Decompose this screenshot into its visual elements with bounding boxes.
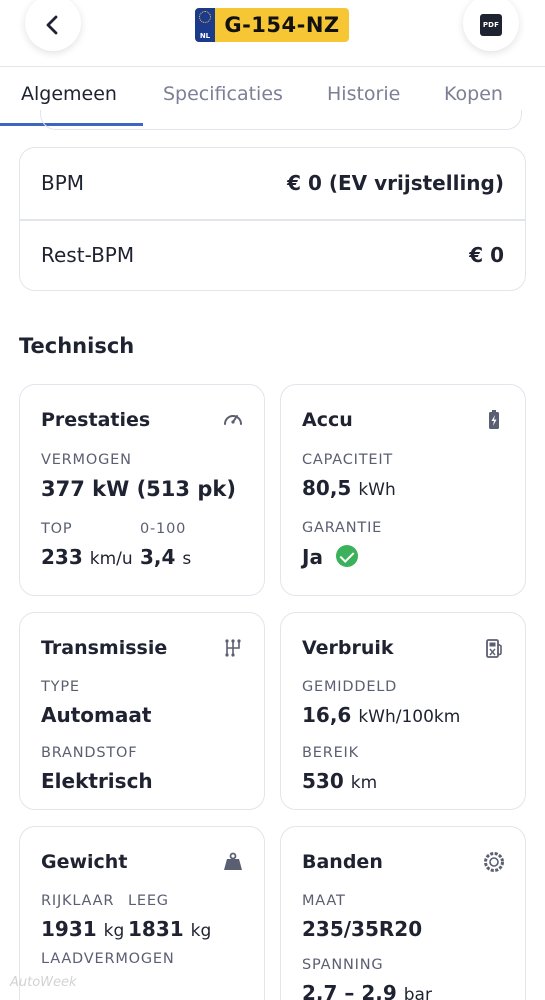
gemiddeld-unit: kWh/100km: [358, 707, 461, 727]
tab-specificaties[interactable]: Specificaties: [163, 83, 283, 105]
eu-stars-icon: [199, 11, 211, 23]
bpm-label: BPM: [41, 171, 85, 195]
tab-historie[interactable]: Historie: [327, 83, 400, 105]
rest-bpm-label: Rest-BPM: [41, 243, 135, 267]
tire-icon: [484, 852, 504, 872]
type-value: Automaat: [41, 703, 152, 727]
rijklaar-unit: kg: [103, 921, 125, 941]
acceleration-number: 3,4: [140, 545, 176, 569]
eu-flag-strip: NL: [195, 8, 215, 42]
capaciteit-number: 80,5: [302, 476, 352, 500]
garantie-value: Ja: [302, 545, 358, 569]
spanning-label: SPANNING: [302, 957, 384, 973]
card-title: Accu: [302, 409, 353, 431]
garantie-label: GARANTIE: [302, 520, 383, 536]
vermogen-label: VERMOGEN: [41, 452, 132, 468]
pdf-file-icon: PDF: [480, 14, 502, 36]
card-accu[interactable]: Accu CAPACITEIT 80,5 kWh GARANTIE Ja: [280, 384, 526, 596]
card-title: Gewicht: [41, 851, 128, 873]
card-banden[interactable]: Banden MAAT 235/35R20 SPANNING 2,7 – 2,9…: [280, 826, 526, 1000]
vermogen-value: 377 kW (513 pk): [41, 477, 236, 501]
card-title: Verbruik: [302, 637, 394, 659]
leeg-number: 1831: [128, 917, 184, 941]
garantie-text: Ja: [302, 545, 323, 569]
acceleration-label: 0-100: [140, 521, 187, 537]
battery-charging-icon: [489, 410, 499, 429]
top-speed-number: 233: [41, 545, 83, 569]
leeg-value: 1831 kg: [128, 917, 211, 941]
gemiddeld-label: GEMIDDELD: [302, 679, 398, 695]
maat-value: 235/35R20: [302, 917, 423, 941]
section-title-technisch: Technisch: [19, 334, 135, 358]
card-verbruik[interactable]: Verbruik GEMIDDELD 16,6 kWh/100km BEREIK…: [280, 612, 526, 810]
plate-number: G-154-NZ: [224, 13, 340, 37]
weight-icon: [224, 852, 242, 870]
top-speed-unit: km/u: [89, 549, 133, 569]
top-speed-label: TOP: [41, 521, 73, 537]
card-transmissie[interactable]: Transmissie TYPE Automaat BRANDSTOF Elek…: [19, 612, 265, 810]
tab-algemeen[interactable]: Algemeen: [21, 83, 117, 105]
rest-bpm-row: Rest-BPM € 0: [20, 220, 525, 291]
brandstof-value: Elektrisch: [41, 769, 153, 793]
type-label: TYPE: [41, 679, 80, 695]
capaciteit-label: CAPACITEIT: [302, 452, 394, 468]
card-title: Prestaties: [41, 409, 151, 431]
rijklaar-value: 1931 kg: [41, 917, 124, 941]
bereik-unit: km: [350, 773, 378, 793]
rijklaar-label: RIJKLAAR: [41, 893, 115, 909]
fuel-station-icon: [486, 639, 502, 658]
pdf-label: PDF: [482, 21, 500, 29]
check-circle-icon: [335, 545, 358, 567]
brandstof-label: BRANDSTOF: [41, 745, 138, 761]
plate-country: NL: [199, 32, 211, 40]
spanning-unit: bar: [403, 985, 432, 1000]
leeg-unit: kg: [190, 921, 212, 941]
tab-kopen[interactable]: Kopen: [444, 83, 503, 105]
card-title: Banden: [302, 851, 383, 873]
chevron-left-icon: [46, 15, 58, 35]
gear-shift-icon: [225, 639, 241, 657]
gemiddeld-value: 16,6 kWh/100km: [302, 703, 460, 727]
bereik-number: 530: [302, 769, 344, 793]
top-speed-value: 233 km/u: [41, 545, 133, 569]
top-bar: NL G-154-NZ PDF: [0, 0, 545, 66]
laadvermogen-label: LAADVERMOGEN: [41, 951, 175, 967]
card-title: Transmissie: [41, 637, 168, 659]
leeg-label: LEEG: [128, 893, 169, 909]
bpm-card: BPM € 0 (EV vrijstelling) Rest-BPM € 0: [19, 147, 526, 291]
spanning-number: 2,7 – 2,9: [302, 981, 397, 1000]
gemiddeld-number: 16,6: [302, 703, 352, 727]
capaciteit-value: 80,5 kWh: [302, 476, 396, 500]
license-plate: NL G-154-NZ: [195, 8, 349, 42]
pdf-button[interactable]: PDF: [463, 0, 519, 51]
bpm-row: BPM € 0 (EV vrijstelling): [20, 148, 525, 219]
rijklaar-number: 1931: [41, 917, 97, 941]
rest-bpm-value: € 0: [469, 243, 504, 267]
spanning-value: 2,7 – 2,9 bar: [302, 981, 432, 1000]
speedometer-icon: [224, 415, 242, 425]
back-button[interactable]: [25, 0, 81, 51]
bpm-value: € 0 (EV vrijstelling): [287, 171, 504, 195]
card-gewicht[interactable]: Gewicht RIJKLAAR 1931 kg LEEG 1831 kg LA…: [19, 826, 265, 1000]
maat-label: MAAT: [302, 893, 346, 909]
bereik-value: 530 km: [302, 769, 377, 793]
acceleration-value: 3,4 s: [140, 545, 191, 569]
bereik-label: BEREIK: [302, 745, 359, 761]
previous-card-edge: [40, 110, 522, 130]
watermark: AutoWeek: [10, 975, 77, 990]
capaciteit-unit: kWh: [358, 480, 396, 500]
acceleration-unit: s: [182, 549, 192, 569]
card-prestaties[interactable]: Prestaties VERMOGEN 377 kW (513 pk) TOP …: [19, 384, 265, 596]
